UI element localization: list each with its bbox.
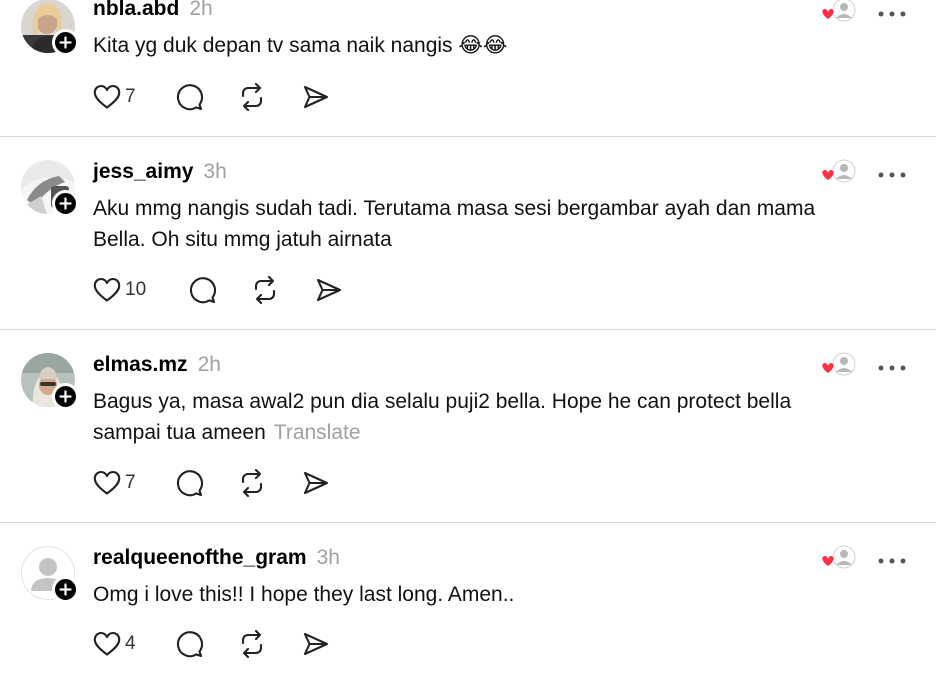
text-line: Bella. Oh situ mmg jatuh airnata <box>93 228 392 251</box>
repost-arrows-icon <box>241 469 263 497</box>
divider <box>0 522 936 523</box>
comment-bubble-icon <box>176 470 203 497</box>
liked-by-author-icon <box>820 159 856 187</box>
username[interactable]: elmas.mz 2h <box>93 353 221 377</box>
send-icon <box>303 471 329 495</box>
text-line: sampai tua ameen <box>93 421 266 444</box>
repost-arrows-icon <box>241 83 263 111</box>
reply-button[interactable] <box>188 275 216 305</box>
follow-plus-icon[interactable] <box>52 190 79 217</box>
text-line-with-translate: sampai tua ameen Translate <box>93 417 913 448</box>
share-button[interactable] <box>302 629 330 659</box>
reply-button[interactable] <box>175 82 203 112</box>
divider <box>0 329 936 330</box>
text-line: Omg i love this!! I hope they last long.… <box>93 583 515 606</box>
username[interactable]: realqueenofthe_gram 3h <box>93 546 340 570</box>
repost-button[interactable] <box>238 82 266 112</box>
follow-plus-icon[interactable] <box>52 576 79 603</box>
translate-link[interactable]: Translate <box>274 421 361 444</box>
heart-outline-icon <box>93 631 121 656</box>
repost-button[interactable] <box>238 468 266 498</box>
post-text: Aku mmg nangis sudah tadi. Terutama masa… <box>93 193 913 255</box>
more-dots-icon[interactable] <box>877 553 907 564</box>
repost-button[interactable] <box>238 629 266 659</box>
like-count: 4 <box>125 633 136 654</box>
avatar[interactable] <box>21 546 79 603</box>
post-text: Kita yg duk depan tv sama naik nangis 😂😂 <box>93 30 913 61</box>
comment-bubble-icon <box>176 631 203 658</box>
like-button[interactable]: 4 <box>93 629 136 659</box>
avatar[interactable] <box>21 0 79 56</box>
comment-bubble-icon <box>189 277 216 304</box>
heart-outline-icon <box>93 84 121 109</box>
username-text[interactable]: realqueenofthe_gram <box>93 546 307 569</box>
time-ago: 2h <box>197 353 221 376</box>
follow-plus-icon[interactable] <box>52 383 79 410</box>
like-count: 7 <box>125 86 136 107</box>
send-icon <box>316 278 342 302</box>
like-button[interactable]: 7 <box>93 468 136 498</box>
repost-arrows-icon <box>254 276 276 304</box>
post-text: Bagus ya, masa awal2 pun dia selalu puji… <box>93 386 913 448</box>
username-text[interactable]: nbla.abd <box>93 0 179 20</box>
send-icon <box>303 85 329 109</box>
post-text: Omg i love this!! I hope they last long.… <box>93 579 913 610</box>
reply-button[interactable] <box>175 629 203 659</box>
repost-button[interactable] <box>251 275 279 305</box>
divider <box>0 136 936 137</box>
username-text[interactable]: elmas.mz <box>93 353 188 376</box>
reply-button[interactable] <box>175 468 203 498</box>
share-button[interactable] <box>315 275 343 305</box>
heart-outline-icon <box>93 470 121 495</box>
more-dots-icon[interactable] <box>877 360 907 371</box>
liked-by-author-icon <box>820 545 856 573</box>
like-count: 7 <box>125 472 136 493</box>
share-button[interactable] <box>302 468 330 498</box>
username[interactable]: jess_aimy 3h <box>93 160 227 184</box>
liked-by-author-icon <box>820 0 856 26</box>
comment-bubble-icon <box>176 84 203 111</box>
text-line: Aku mmg nangis sudah tadi. Terutama masa… <box>93 197 816 220</box>
repost-arrows-icon <box>241 630 263 658</box>
like-button[interactable]: 7 <box>93 82 136 112</box>
share-button[interactable] <box>302 82 330 112</box>
text-line: Kita yg duk depan tv sama naik nangis 😂😂 <box>93 34 508 57</box>
liked-by-author-icon <box>820 352 856 380</box>
heart-outline-icon <box>93 277 121 302</box>
time-ago: 2h <box>189 0 213 20</box>
more-dots-icon[interactable] <box>877 167 907 178</box>
like-count: 10 <box>125 279 147 300</box>
time-ago: 3h <box>316 546 340 569</box>
like-button[interactable]: 10 <box>93 275 146 305</box>
send-icon <box>303 632 329 656</box>
time-ago: 3h <box>203 160 227 183</box>
username[interactable]: nbla.abd 2h <box>93 0 213 21</box>
avatar[interactable] <box>21 160 79 217</box>
avatar[interactable] <box>21 353 79 410</box>
text-line: Bagus ya, masa awal2 pun dia selalu puji… <box>93 390 792 413</box>
username-text[interactable]: jess_aimy <box>93 160 193 183</box>
follow-plus-icon[interactable] <box>52 29 79 56</box>
more-dots-icon[interactable] <box>877 6 907 17</box>
